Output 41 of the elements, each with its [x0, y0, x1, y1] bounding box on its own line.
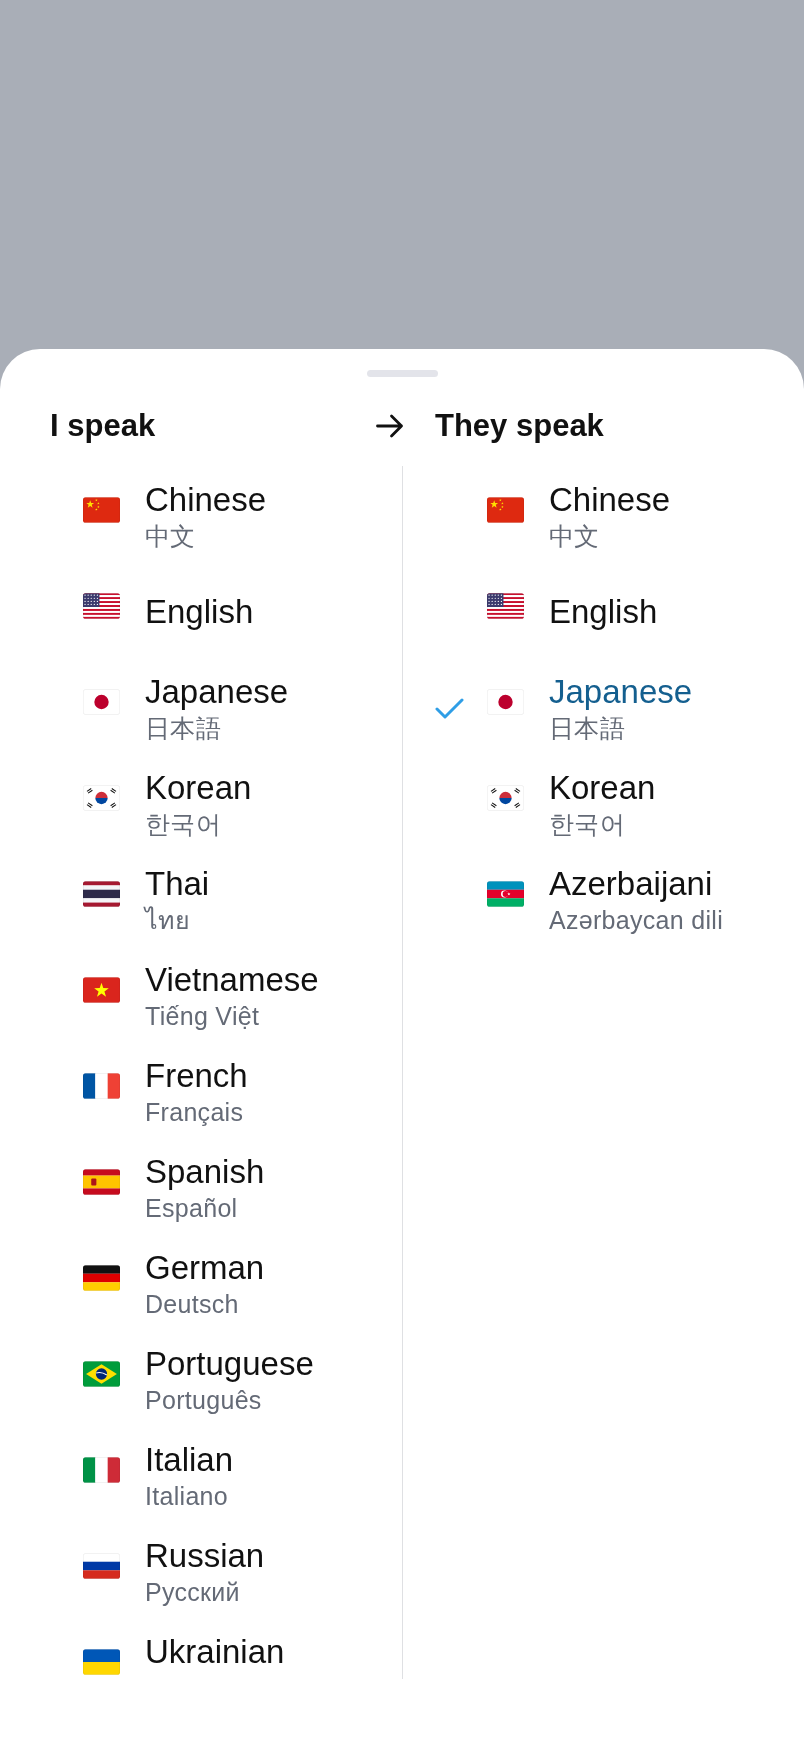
language-option[interactable]: Chinese 中文: [435, 468, 804, 564]
flag-icon: [83, 785, 120, 811]
column-heading: They speak: [435, 408, 604, 444]
right-arrow-icon: [376, 414, 404, 438]
language-option[interactable]: Spanish Español: [31, 1140, 402, 1236]
language-option[interactable]: English: [31, 564, 402, 660]
language-option[interactable]: French Français: [31, 1044, 402, 1140]
language-option[interactable]: German Deutsch: [31, 1236, 402, 1332]
flag-icon: [83, 1361, 120, 1387]
language-option[interactable]: Japanese 日本語: [435, 660, 804, 756]
column-heading: I speak: [50, 408, 156, 444]
language-option[interactable]: Chinese 中文: [31, 468, 402, 564]
flag-icon: [83, 593, 120, 619]
flag-icon: [487, 881, 524, 907]
checkmark-icon: [435, 697, 464, 719]
language-option[interactable]: Vietnamese Tiếng Việt: [31, 948, 402, 1044]
language-option[interactable]: Russian Русский: [31, 1524, 402, 1620]
language-option[interactable]: Thai ไทย: [31, 852, 402, 948]
language-option[interactable]: Italian Italiano: [31, 1428, 402, 1524]
flag-icon: [83, 689, 120, 715]
flag-icon: [83, 881, 120, 907]
language-option[interactable]: Azerbaijani Azərbaycan dili: [435, 852, 804, 948]
language-option[interactable]: Japanese 日本語: [31, 660, 402, 756]
flag-icon: [83, 1073, 120, 1099]
flag-icon: [487, 785, 524, 811]
language-option[interactable]: Ukrainian: [31, 1620, 402, 1679]
language-option[interactable]: English: [435, 564, 804, 660]
flag-icon: [83, 1553, 120, 1579]
flag-icon: [83, 1169, 120, 1195]
language-option[interactable]: Portuguese Português: [31, 1332, 402, 1428]
flag-icon: [487, 497, 524, 523]
flag-icon: [83, 1265, 120, 1291]
flag-icon: [83, 497, 120, 523]
flag-icon: [83, 977, 120, 1003]
flag-icon: [487, 689, 524, 715]
drag-handle[interactable]: [366, 370, 438, 377]
flag-icon: [83, 1457, 120, 1483]
flag-icon: [487, 593, 524, 619]
language-option[interactable]: Korean 한국어: [435, 756, 804, 852]
language-option[interactable]: Korean 한국어: [31, 756, 402, 852]
flag-icon: [83, 1649, 120, 1675]
